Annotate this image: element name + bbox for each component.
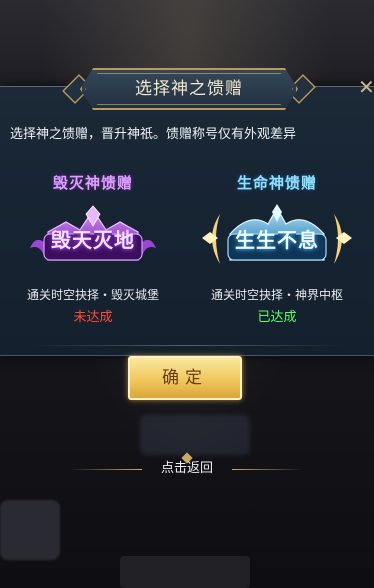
blue-winged-emblem-icon: 生生不息 (202, 204, 352, 274)
close-icon[interactable]: ✕ (358, 76, 374, 98)
gift-name: 生命神馈赠 (236, 174, 317, 192)
dialog-title: 选择神之馈赠 (135, 79, 243, 99)
gift-status: 未达成 (73, 310, 113, 325)
gift-emblem-text: 生生不息 (235, 228, 319, 252)
dialog-description: 选择神之馈赠，晋升神祇。馈赠称号仅有外观差异 (10, 127, 297, 142)
background-tile (0, 500, 60, 560)
right-ornament-line (232, 469, 304, 470)
gift-option-life[interactable]: 生命神馈赠 生生不息 通关时空抉择・神界中枢 已达成 (192, 168, 362, 338)
gift-name: 毁灭神馈赠 (52, 174, 133, 192)
dialog-title-plate: 选择神之馈赠 (80, 68, 298, 110)
gift-emblem-text: 毁天灭地 (51, 228, 135, 252)
background-blurred-button (140, 415, 250, 455)
dialog-divider (30, 345, 344, 346)
purple-crown-emblem-icon: 毁天灭地 (26, 204, 160, 274)
gift-condition: 通关时空抉择・神界中枢 (210, 288, 343, 302)
confirm-button[interactable]: 确定 (128, 356, 242, 400)
gift-option-destruction[interactable]: 毁灭神馈赠 毁天灭地 通关时空抉择・毁灭城堡 未达成 (8, 168, 178, 338)
gift-condition: 通关时空抉择・毁灭城堡 (26, 288, 159, 302)
gift-status: 已达成 (257, 310, 297, 325)
confirm-button-label: 确定 (162, 368, 208, 388)
background-bottom-button (120, 556, 250, 588)
tap-to-return[interactable]: 点击返回 (70, 452, 304, 478)
